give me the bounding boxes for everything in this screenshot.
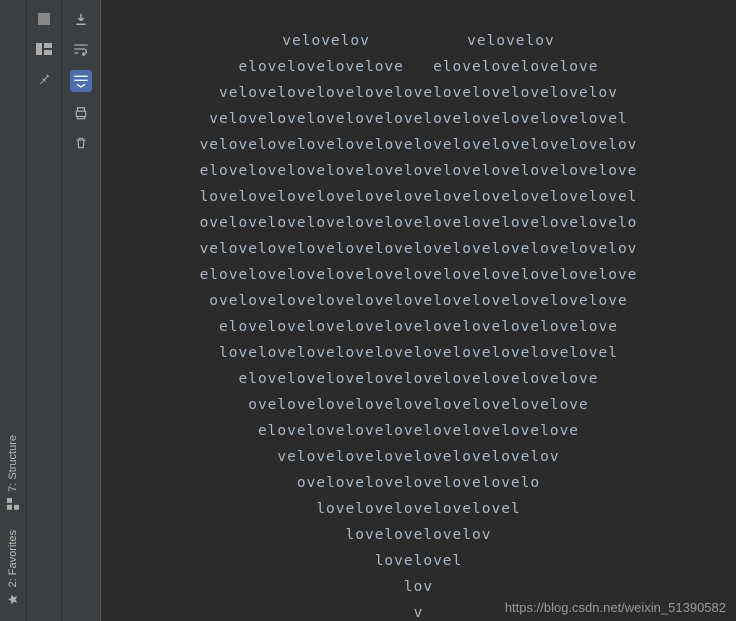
output-line: lovelovelovelovelovelovelovelovelovelove…	[101, 340, 736, 366]
print-icon[interactable]	[72, 104, 90, 122]
output-line: lov	[101, 574, 736, 600]
trash-icon[interactable]	[72, 134, 90, 152]
gutter-icons	[27, 0, 62, 621]
action-column	[62, 0, 101, 621]
output-line: ovelovelovelovelovelovelovelovelovelovel…	[101, 210, 736, 236]
tool-window-rail: 7: Structure 2: Favorites	[0, 0, 27, 621]
output-line: velovelov velovelov	[101, 28, 736, 54]
output-line: lovelovelovelov	[101, 522, 736, 548]
download-icon[interactable]	[72, 10, 90, 28]
output-line: ovelovelovelovelovelovelo	[101, 470, 736, 496]
favorites-tool-button[interactable]: 2: Favorites	[7, 520, 19, 615]
layout-icon[interactable]	[35, 40, 53, 58]
output-line: lovelovelovelovelovelovelovelovelovelove…	[101, 184, 736, 210]
structure-tool-button[interactable]: 7: Structure	[7, 425, 19, 520]
output-line: ovelovelovelovelovelovelovelovelove	[101, 392, 736, 418]
output-line: velovelovelovelovelovelovelovelovelovelo…	[101, 80, 736, 106]
structure-icon	[7, 498, 19, 510]
output-line: velovelovelovelovelovelovelovelovelovelo…	[101, 106, 736, 132]
editor-pane: velovelov velovelovelovelovelovelove elo…	[101, 0, 736, 621]
favorites-label: 2: Favorites	[7, 530, 19, 587]
output-line: velovelovelovelovelovelovelov	[101, 444, 736, 470]
output-line: elovelovelovelove elovelovelovelove	[101, 54, 736, 80]
stop-icon[interactable]	[35, 10, 53, 28]
output-line: ovelovelovelovelovelovelovelovelovelovel…	[101, 288, 736, 314]
output-line: elovelovelovelovelovelovelovelovelovelov…	[101, 158, 736, 184]
watermark-url: https://blog.csdn.net/weixin_51390582	[505, 600, 726, 615]
output-line: elovelovelovelovelovelovelovelovelovelov…	[101, 262, 736, 288]
output-line: velovelovelovelovelovelovelovelovelovelo…	[101, 132, 736, 158]
output-content: velovelov velovelovelovelovelovelove elo…	[101, 0, 736, 621]
structure-label: 7: Structure	[7, 435, 19, 492]
output-line: velovelovelovelovelovelovelovelovelovelo…	[101, 236, 736, 262]
star-icon	[7, 593, 19, 605]
output-line: elovelovelovelovelovelovelovelove	[101, 418, 736, 444]
pin-icon[interactable]	[35, 70, 53, 88]
scroll-to-end-icon[interactable]	[70, 70, 92, 92]
output-line: lovelovel	[101, 548, 736, 574]
output-line: elovelovelovelovelovelovelovelovelove	[101, 366, 736, 392]
output-line: lovelovelovelovelovel	[101, 496, 736, 522]
output-line: elovelovelovelovelovelovelovelovelovelov…	[101, 314, 736, 340]
wrap-icon[interactable]	[72, 40, 90, 58]
